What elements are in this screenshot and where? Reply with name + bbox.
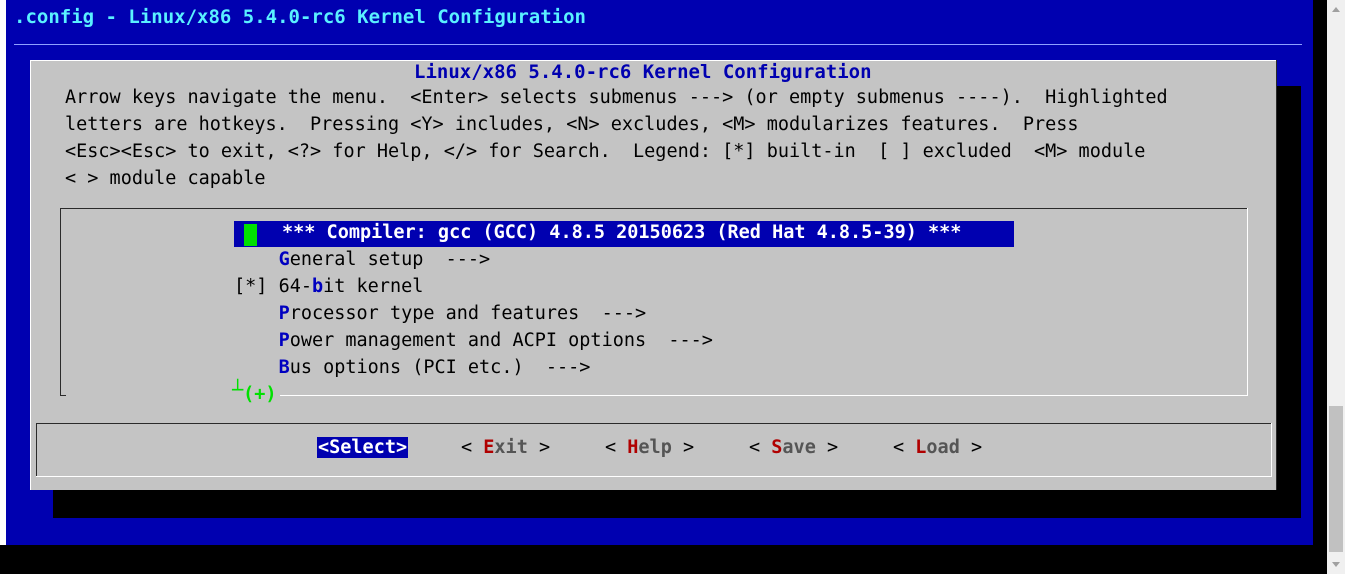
select-button[interactable]: <Select> xyxy=(317,437,409,458)
scroll-down-arrow-icon[interactable] xyxy=(1327,554,1345,574)
item-label: eneral setup ---> xyxy=(289,249,491,270)
menu-item-processor-type[interactable]: Processor type and features ---> xyxy=(234,303,647,324)
menu-item-general-setup[interactable]: General setup ---> xyxy=(234,249,491,270)
menu-item-64bit-kernel[interactable]: [*] 64-bit kernel xyxy=(234,276,423,297)
menu-item-compiler[interactable]: *** Compiler: gcc (GCC) 4.8.5 20150623 (… xyxy=(282,222,961,243)
button-bar-border-left xyxy=(36,423,37,477)
item-prefix xyxy=(234,249,279,270)
menu-border-bottom-left xyxy=(60,395,66,396)
btn-close: > xyxy=(815,437,839,458)
menu-item-bus-options[interactable]: Bus options (PCI etc.) ---> xyxy=(234,357,591,378)
button-bar-separator xyxy=(36,423,1272,424)
help-text-line: letters are hotkeys. Pressing <Y> includ… xyxy=(65,114,1079,135)
item-hotkey: B xyxy=(278,357,290,378)
item-prefix xyxy=(234,330,279,351)
btn-close: > xyxy=(527,437,551,458)
item-hotkey: P xyxy=(278,330,290,351)
item-hotkey: b xyxy=(311,276,324,297)
btn-open: < xyxy=(461,437,484,458)
more-items-indicator: ┴(+) xyxy=(232,380,277,405)
btn-open: < xyxy=(893,437,916,458)
menu-item-power-management[interactable]: Power management and ACPI options ---> xyxy=(234,330,713,351)
item-prefix xyxy=(234,303,279,324)
scrollbar-thumb[interactable] xyxy=(1329,406,1343,552)
save-button[interactable]: < Save > xyxy=(749,437,838,458)
item-checkbox: [*] xyxy=(234,276,279,297)
item-label: rocessor type and features ---> xyxy=(289,303,647,324)
exit-button[interactable]: < Exit > xyxy=(461,437,550,458)
menu-border-bottom xyxy=(280,395,1248,396)
btn-close: > xyxy=(671,437,695,458)
btn-label: xit xyxy=(494,437,528,458)
btn-close: > xyxy=(959,437,983,458)
btn-hotkey: H xyxy=(627,437,639,458)
btn-open: < xyxy=(749,437,772,458)
menu-border-top xyxy=(60,208,1248,209)
terminal-margin-bottom xyxy=(0,545,1327,574)
item-hotkey: G xyxy=(278,249,290,270)
btn-hotkey: S xyxy=(771,437,783,458)
help-text-line: Arrow keys navigate the menu. <Enter> se… xyxy=(65,87,1168,108)
load-button[interactable]: < Load > xyxy=(893,437,982,458)
cursor-block xyxy=(244,224,257,246)
title-separator xyxy=(14,44,1302,45)
item-prefix xyxy=(234,357,279,378)
help-text-line: < > module capable xyxy=(65,168,266,189)
btn-label: elp xyxy=(638,437,672,458)
window-title: .config - Linux/x86 5.4.0-rc6 Kernel Con… xyxy=(14,6,586,28)
scroll-glyph-icon: ┴ xyxy=(232,380,244,401)
btn-open: < xyxy=(605,437,628,458)
dialog-border-left xyxy=(30,60,31,490)
scroll-up-arrow-icon[interactable] xyxy=(1327,0,1345,20)
item-label-pre: 64- xyxy=(278,276,312,297)
item-label: us options (PCI etc.) ---> xyxy=(289,357,591,378)
btn-label: ave xyxy=(782,437,816,458)
menu-border-left xyxy=(60,208,61,396)
item-label: ower management and ACPI options ---> xyxy=(289,330,713,351)
item-hotkey: P xyxy=(278,303,290,324)
btn-hotkey: L xyxy=(915,437,927,458)
item-label: it kernel xyxy=(323,276,424,297)
button-bar-border-right xyxy=(1271,423,1272,477)
dialog-title: Linux/x86 5.4.0-rc6 Kernel Configuration xyxy=(408,61,878,83)
dialog-border-right xyxy=(1276,60,1277,490)
help-text-line: <Esc><Esc> to exit, <?> for Help, </> fo… xyxy=(65,141,1146,162)
btn-hotkey: E xyxy=(483,437,495,458)
button-bar-border-bottom xyxy=(36,476,1272,477)
more-indicator-text: (+) xyxy=(243,384,277,405)
menu-border-right xyxy=(1247,208,1248,396)
btn-label: oad xyxy=(926,437,960,458)
terminal-margin-right xyxy=(1313,0,1327,574)
help-button[interactable]: < Help > xyxy=(605,437,694,458)
